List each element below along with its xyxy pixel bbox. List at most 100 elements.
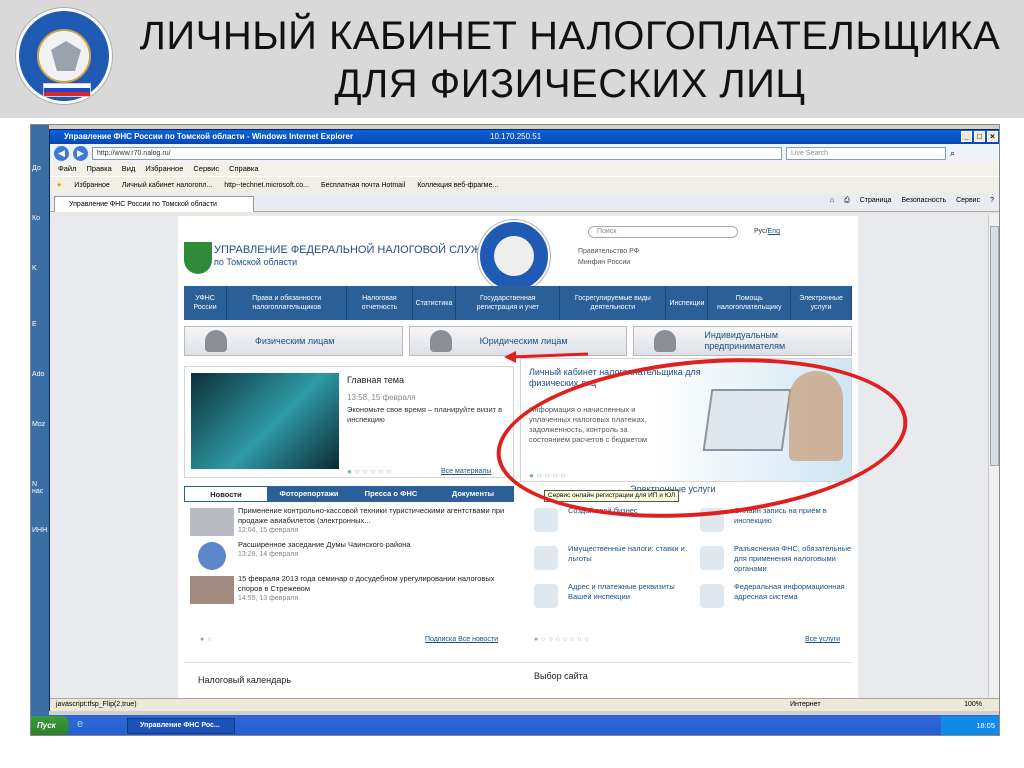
nav-item[interactable]: Электронные услуги	[791, 286, 852, 320]
tab-press[interactable]: Пресса о ФНС	[350, 486, 432, 502]
service-label: Разъяснения ФНС, обязательные для примен…	[734, 544, 852, 573]
desktop-icon-label[interactable]: N нас	[32, 481, 48, 495]
news-links[interactable]: Подписка Все новости	[425, 636, 498, 643]
news-title[interactable]: Применение контрольно-кассовой техники т…	[238, 506, 514, 526]
tab-documents[interactable]: Документы	[432, 486, 514, 502]
security-menu[interactable]: Безопасность	[901, 197, 946, 205]
desktop-icon-label[interactable]: Ado	[32, 371, 48, 378]
minfin-link[interactable]: Минфин России	[578, 257, 639, 268]
tab-news[interactable]: Новости	[184, 486, 268, 502]
audience-entrepreneurs-button[interactable]: Индивидуальным предпринимателям	[633, 326, 853, 356]
scrollbar[interactable]	[988, 214, 999, 698]
service-property-tax[interactable]: Имущественные налоги: ставки и льготы	[520, 544, 686, 578]
menu-item-view[interactable]: Вид	[122, 162, 136, 176]
browser-tab[interactable]: Управление ФНС России по Томской области	[54, 196, 254, 212]
menu-item-file[interactable]: Файл	[58, 162, 76, 176]
maximize-button[interactable]: □	[974, 131, 985, 142]
address-row: ◀ ▶ http://www.r70.nalog.ru/ Live Search…	[50, 144, 999, 162]
live-search-input[interactable]: Live Search	[786, 146, 946, 160]
news-title[interactable]: Расширенное заседание Думы Чаинского рай…	[238, 540, 514, 550]
all-materials-link[interactable]: Все материалы	[441, 468, 491, 475]
nav-item[interactable]: УФНС России	[184, 286, 228, 320]
tab-photo[interactable]: Фоторепортажи	[268, 486, 350, 502]
favorites-bar: ★ Избранное Личный кабинет налогопл... h…	[50, 176, 999, 195]
nav-item[interactable]: Инспекции	[666, 286, 709, 320]
close-button[interactable]: ×	[987, 131, 998, 142]
list-item[interactable]: Расширенное заседание Думы Чаинского рай…	[184, 540, 514, 574]
cabinet-title[interactable]: Личный кабинет налогоплательщика для физ…	[529, 367, 729, 389]
address-input[interactable]: http://www.r70.nalog.ru/	[92, 146, 782, 160]
desktop-icon-label[interactable]: До	[32, 165, 48, 172]
site-search-input[interactable]: Поиск	[588, 226, 738, 238]
tomsk-emblem-icon	[184, 242, 212, 274]
forward-arrow-icon[interactable]: ▶	[73, 145, 88, 161]
lang-en-link[interactable]: Eng	[768, 228, 780, 235]
favorite-link[interactable]: http--technet.microsoft.co...	[224, 177, 309, 195]
page-menu[interactable]: Страница	[860, 197, 892, 205]
browser-screenshot: До Ко K E Ado Moz N нас ИНН Управление Ф…	[30, 124, 1000, 736]
keyboard-photo[interactable]	[191, 373, 339, 469]
menu-item-edit[interactable]: Правка	[86, 162, 111, 176]
print-icon[interactable]: ⎙	[844, 197, 850, 205]
news-thumbnail	[190, 576, 234, 604]
help-icon[interactable]: ?	[990, 197, 994, 205]
service-address[interactable]: Адрес и платежные реквизиты Вашей инспек…	[520, 582, 686, 616]
home-icon[interactable]: ⌂	[830, 197, 834, 205]
all-services-link[interactable]: Все услуги	[805, 636, 840, 643]
favorite-link[interactable]: Бесплатная почта Hotmail	[321, 177, 405, 195]
audience-legal-button[interactable]: Юридическим лицам	[408, 326, 628, 356]
lang-ru-link[interactable]: Рус/	[754, 228, 768, 235]
nav-item[interactable]: Государственная регистрация и учет	[456, 286, 561, 320]
news-title[interactable]: 15 февраля 2013 года семинар о досудебно…	[238, 574, 514, 594]
topic-text[interactable]: Экономьте свое время – планируйте визит …	[347, 405, 507, 425]
ie-titlebar: Управление ФНС России по Томской области…	[50, 130, 999, 144]
service-explanations[interactable]: Разъяснения ФНС, обязательные для примен…	[686, 544, 852, 578]
nav-item[interactable]: Помощь налогоплательщику	[708, 286, 792, 320]
news-pager[interactable]: ●○	[200, 636, 214, 643]
scroll-thumb[interactable]	[990, 226, 999, 466]
topic-pager[interactable]: ●○○○○○	[347, 467, 394, 476]
tools-menu[interactable]: Сервис	[956, 197, 980, 205]
desktop-icon-label[interactable]: E	[32, 321, 48, 328]
desktop-icon-label[interactable]: Ко	[32, 215, 48, 222]
desktop-icon-label[interactable]: Moz	[32, 421, 48, 428]
menu-item-favorites[interactable]: Избранное	[145, 162, 183, 176]
desktop-icon-label[interactable]: ИНН	[32, 527, 48, 534]
taskbar-item[interactable]: Управление ФНС Рос...	[127, 718, 235, 734]
russian-flag-icon	[43, 83, 91, 97]
favorite-link[interactable]: Личный кабинет налогопл...	[122, 177, 212, 195]
services-pager[interactable]: ●○○○○○○○	[534, 636, 592, 643]
start-button[interactable]: Пуск	[31, 716, 69, 735]
banner-pager[interactable]: ●○○○○	[529, 471, 568, 480]
list-item[interactable]: 15 февраля 2013 года семинар о досудебно…	[184, 574, 514, 608]
favorite-link[interactable]: Коллекция веб-фрагме...	[417, 177, 498, 195]
desktop-icon-label[interactable]: K	[32, 265, 48, 272]
menu-item-tools[interactable]: Сервис	[193, 162, 219, 176]
news-date: 14:55, 13 февраля	[238, 595, 299, 602]
minimize-button[interactable]: _	[961, 131, 972, 142]
nav-item[interactable]: Статистика	[413, 286, 457, 320]
audience-individuals-button[interactable]: Физическим лицам	[184, 326, 403, 356]
site-name[interactable]: УПРАВЛЕНИЕ ФЕДЕРАЛЬНОЙ НАЛОГОВОЙ СЛУЖБЫ	[214, 244, 498, 257]
favorites-button[interactable]: Избранное	[74, 177, 109, 195]
search-icon[interactable]: ⌕	[950, 148, 955, 159]
service-create-business[interactable]: Создай свой бизнес	[520, 506, 686, 540]
nav-item[interactable]: Права и обязанности налогоплательщиков	[227, 286, 348, 320]
back-arrow-icon[interactable]: ◀	[54, 145, 69, 161]
menu-item-help[interactable]: Справка	[229, 162, 258, 176]
nav-item[interactable]: Госрегулируемые виды деятельности	[560, 286, 667, 320]
service-appointment[interactable]: Онлайн запись на приём в инспекцию	[686, 506, 852, 540]
service-label: Адрес и платежные реквизиты Вашей инспек…	[568, 582, 675, 601]
laptop-image	[702, 389, 792, 451]
fns-emblem-logo	[16, 8, 112, 104]
news-list: Применение контрольно-кассовой техники т…	[184, 506, 514, 608]
list-item[interactable]: Применение контрольно-кассовой техники т…	[184, 506, 514, 540]
cabinet-banner[interactable]: Личный кабинет налогоплательщика для физ…	[520, 358, 852, 482]
service-fias[interactable]: Федеральная информационная адресная сист…	[686, 582, 852, 616]
site-nav: УФНС России Права и обязанности налогопл…	[184, 286, 852, 320]
cabinet-text: Информация о начисленных и уплаченных на…	[529, 405, 648, 444]
zoom-level[interactable]: 100%	[964, 699, 982, 711]
nav-item[interactable]: Налоговая отчетность	[347, 286, 413, 320]
ie-icon[interactable]: e	[77, 718, 83, 730]
gov-link[interactable]: Правительство РФ	[578, 246, 639, 257]
